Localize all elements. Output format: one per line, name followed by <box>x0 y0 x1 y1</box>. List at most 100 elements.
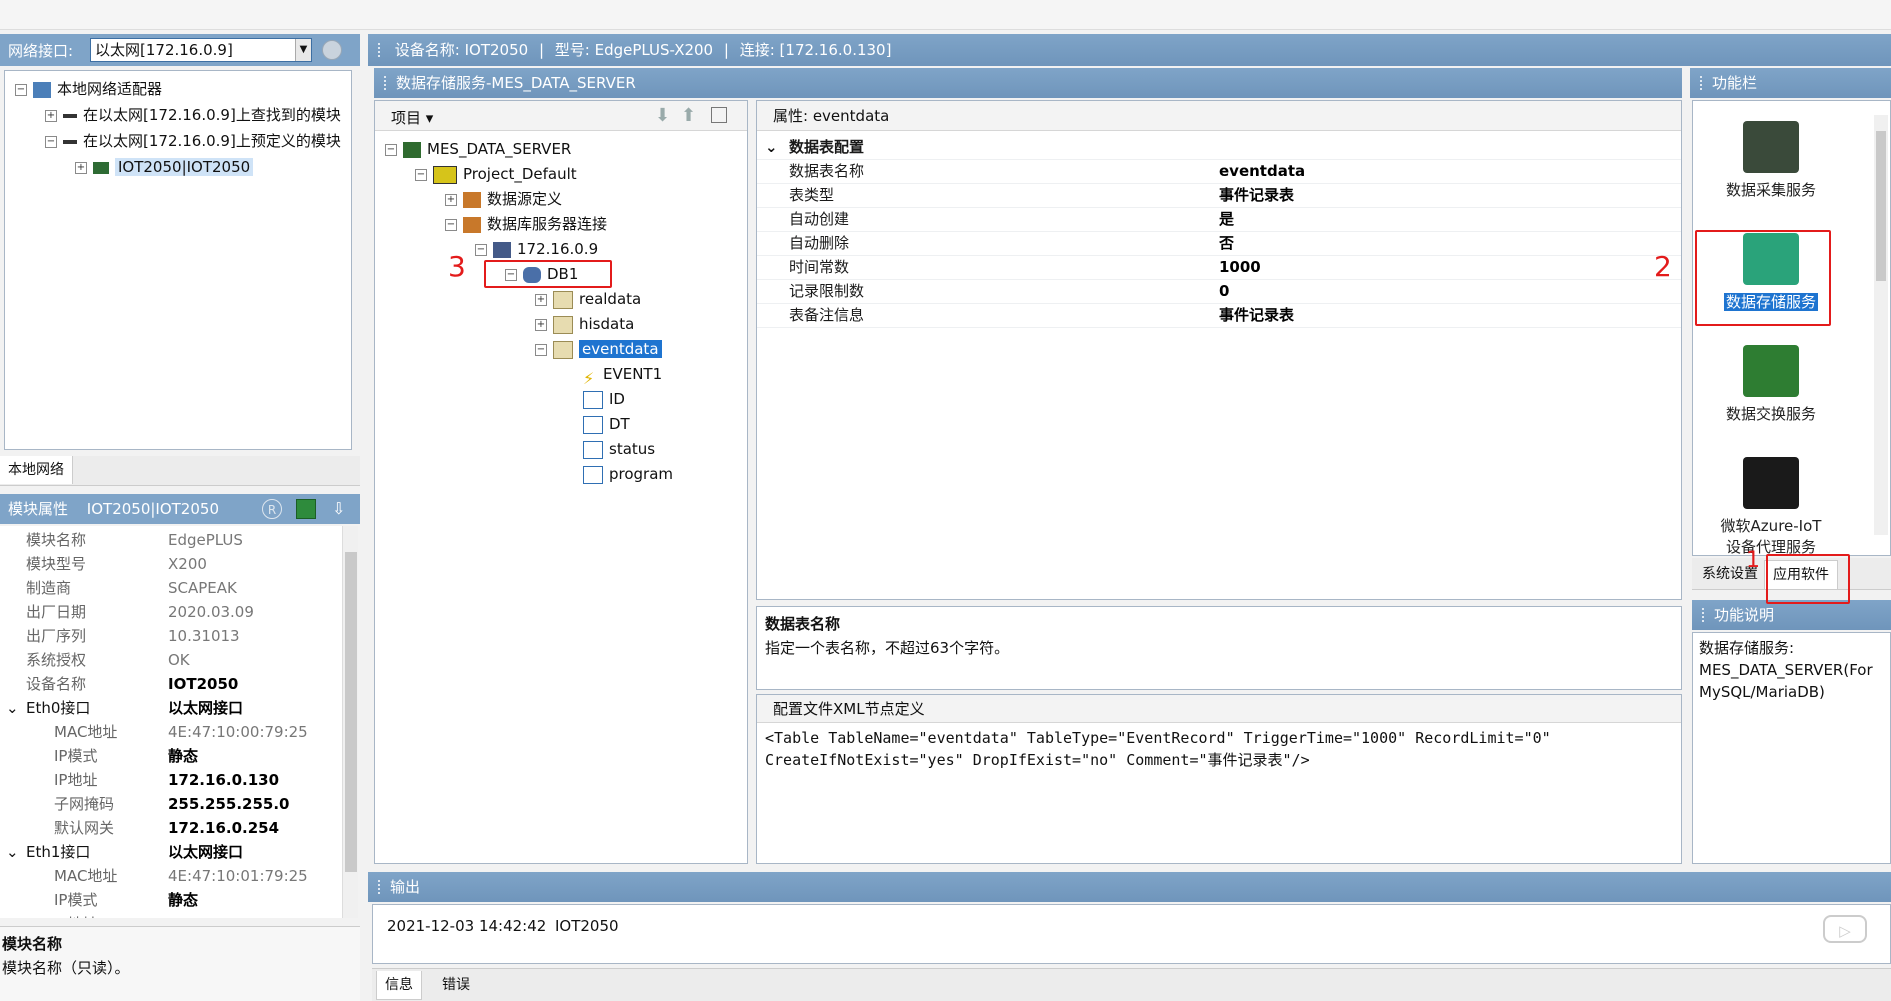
tree-item-iot2050[interactable]: + IOT2050|IOT2050 <box>75 155 254 179</box>
tree-item-mes-data-server[interactable]: − MES_DATA_SERVER <box>385 137 571 161</box>
scrollbar-thumb[interactable] <box>1876 131 1886 281</box>
annotation-number-1: 1 <box>1746 548 1760 573</box>
module-prop-row[interactable]: 出厂日期 2020.03.09 <box>0 600 342 624</box>
tree-item-predefined-modules[interactable]: − 在以太网[172.16.0.9]上预定义的模块 <box>45 129 341 153</box>
module-prop-value: 静态 <box>168 747 199 765</box>
module-prop-row[interactable]: IP地址 172.16.0.130 <box>0 768 342 792</box>
module-prop-value: 静态 <box>168 891 199 909</box>
tree-item-dt[interactable]: DT <box>583 412 630 436</box>
tab-local-network[interactable]: 本地网络 <box>0 456 73 484</box>
network-icon <box>63 139 77 144</box>
tree-item-label: status <box>609 440 656 458</box>
download-icon[interactable]: ⇩ <box>332 499 350 519</box>
properties-section[interactable]: ⌄ 数据表配置 <box>757 135 1681 160</box>
play-icon[interactable]: ▷ <box>1823 915 1867 943</box>
property-row[interactable]: 表备注信息 事件记录表 <box>757 303 1681 328</box>
module-prop-row[interactable]: IP地址 192.168.1.118 <box>0 912 342 918</box>
property-row[interactable]: 时间常数 1000 <box>757 255 1681 280</box>
module-prop-key: IP模式 <box>54 747 98 765</box>
output-panel: 2021-12-03 14:42:42 IOT2050 ▷ <box>372 904 1891 964</box>
table-icon <box>553 315 573 334</box>
tree-item-realdata[interactable]: + realdata <box>535 287 641 311</box>
module-prop-row[interactable]: 子网掩码 255.255.255.0 <box>0 792 342 816</box>
chevron-down-icon[interactable]: ⌄ <box>765 135 778 159</box>
chevron-down-icon[interactable]: ▼ <box>295 39 311 61</box>
scrollbar-thumb[interactable] <box>345 552 357 872</box>
properties-section-label: 数据表配置 <box>789 138 865 156</box>
property-row[interactable]: 记录限制数 0 <box>757 279 1681 304</box>
module-prop-row[interactable]: ⌄ Eth0接口 以太网接口 <box>0 696 342 720</box>
module-prop-row[interactable]: 设备名称 IOT2050 <box>0 672 342 696</box>
property-key: 时间常数 <box>789 258 850 276</box>
tree-item-event1[interactable]: ⚡ EVENT1 <box>583 362 662 388</box>
table-icon <box>553 290 573 309</box>
module-properties-scrollbar[interactable] <box>342 526 358 918</box>
tree-item-server-ip[interactable]: −172.16.0.9 <box>475 237 598 261</box>
annotation-number-2: 2 <box>1654 250 1672 283</box>
property-row[interactable]: 自动创建 是 <box>757 207 1681 232</box>
module-prop-key: 出厂序列 <box>26 627 87 645</box>
refresh-icon[interactable] <box>322 40 342 60</box>
tree-item-found-modules[interactable]: + 在以太网[172.16.0.9]上查找到的模块 <box>45 103 341 127</box>
tree-item-id[interactable]: ID <box>583 387 625 411</box>
tree-item-status[interactable]: status <box>583 437 655 461</box>
module-prop-row[interactable]: 出厂序列 10.31013 <box>0 624 342 648</box>
module-prop-value: 192.168.1.118 <box>168 912 289 918</box>
move-down-icon[interactable]: ⬇ <box>655 105 670 126</box>
module-prop-key: MAC地址 <box>54 723 118 741</box>
move-up-icon[interactable]: ⬆ <box>681 105 696 126</box>
tree-item-label: 在以太网[172.16.0.9]上预定义的模块 <box>83 132 341 150</box>
tree-item-db-connection[interactable]: − 数据库服务器连接 <box>445 212 607 236</box>
network-interface-bar: 网络接口: 以太网[172.16.0.9] ▼ <box>0 34 360 66</box>
tree-item-label: Project_Default <box>463 165 577 183</box>
tab-error[interactable]: 错误 <box>434 971 478 999</box>
tree-item-eventdata[interactable]: − eventdata <box>535 337 662 361</box>
properties-icon[interactable] <box>711 107 727 123</box>
module-prop-row[interactable]: IP模式 静态 <box>0 744 342 768</box>
module-prop-key: 模块名称 <box>26 531 87 549</box>
registered-icon[interactable]: R <box>262 499 282 519</box>
network-select[interactable]: 以太网[172.16.0.9] ▼ <box>90 38 312 62</box>
property-row[interactable]: 自动删除 否 <box>757 231 1681 256</box>
tree-item-local-adapter[interactable]: − 本地网络适配器 <box>15 77 162 101</box>
function-azure-iot[interactable]: 微软Azure-IoT 设备代理服务 <box>1701 457 1841 557</box>
properties-header: 属性: eventdata <box>757 101 1681 131</box>
tree-item-program[interactable]: program <box>583 462 673 486</box>
annotation-box-app-tab <box>1766 554 1850 604</box>
module-prop-row[interactable]: ⌄ Eth1接口 以太网接口 <box>0 840 342 864</box>
module-prop-row[interactable]: 模块名称 EdgePLUS <box>0 528 342 552</box>
tree-item-data-source[interactable]: + 数据源定义 <box>445 187 562 211</box>
module-prop-row[interactable]: 模块型号 X200 <box>0 552 342 576</box>
property-row[interactable]: 数据表名称 eventdata <box>757 159 1681 184</box>
module-prop-row[interactable]: MAC地址 4E:47:10:01:79:25 <box>0 864 342 888</box>
tree-item-project-default[interactable]: − Project_Default <box>415 162 577 186</box>
property-value: 0 <box>1219 282 1230 300</box>
function-label: 微软Azure-IoT <box>1720 517 1822 535</box>
module-prop-row[interactable]: 默认网关 172.16.0.254 <box>0 816 342 840</box>
computer-icon <box>493 241 511 258</box>
connect-icon[interactable] <box>296 499 316 519</box>
server-icon <box>403 141 421 158</box>
tree-item-hisdata[interactable]: + hisdata <box>535 312 634 336</box>
function-bar-scrollbar[interactable] <box>1874 115 1888 535</box>
module-prop-key: MAC地址 <box>54 867 118 885</box>
property-row[interactable]: 表类型 事件记录表 <box>757 183 1681 208</box>
chevron-down-icon[interactable]: ⌄ <box>6 696 19 720</box>
module-prop-value: 4E:47:10:00:79:25 <box>168 723 308 741</box>
module-prop-row[interactable]: IP模式 静态 <box>0 888 342 912</box>
property-desc-text: 指定一个表名称，不超过63个字符。 <box>765 639 1010 657</box>
device-model: 型号: EdgePLUS-X200 <box>554 41 714 59</box>
chevron-down-icon[interactable]: ⌄ <box>6 840 19 864</box>
table-icon <box>553 340 573 359</box>
project-menu[interactable]: 项目 ▾ <box>391 107 433 128</box>
function-description: 数据存储服务: MES_DATA_SERVER(For MySQL/MariaD… <box>1692 632 1891 864</box>
module-prop-value: SCAPEAK <box>168 579 237 597</box>
module-prop-row[interactable]: 制造商 SCAPEAK <box>0 576 342 600</box>
tree-item-label: hisdata <box>579 315 635 333</box>
function-data-collect[interactable]: 数据采集服务 <box>1701 121 1841 200</box>
function-data-exchange[interactable]: 数据交换服务 <box>1701 345 1841 424</box>
module-prop-row[interactable]: 系统授权 OK <box>0 648 342 672</box>
function-description-header: 功能说明 <box>1692 600 1891 630</box>
tab-info[interactable]: 信息 <box>376 971 422 1000</box>
module-prop-row[interactable]: MAC地址 4E:47:10:00:79:25 <box>0 720 342 744</box>
